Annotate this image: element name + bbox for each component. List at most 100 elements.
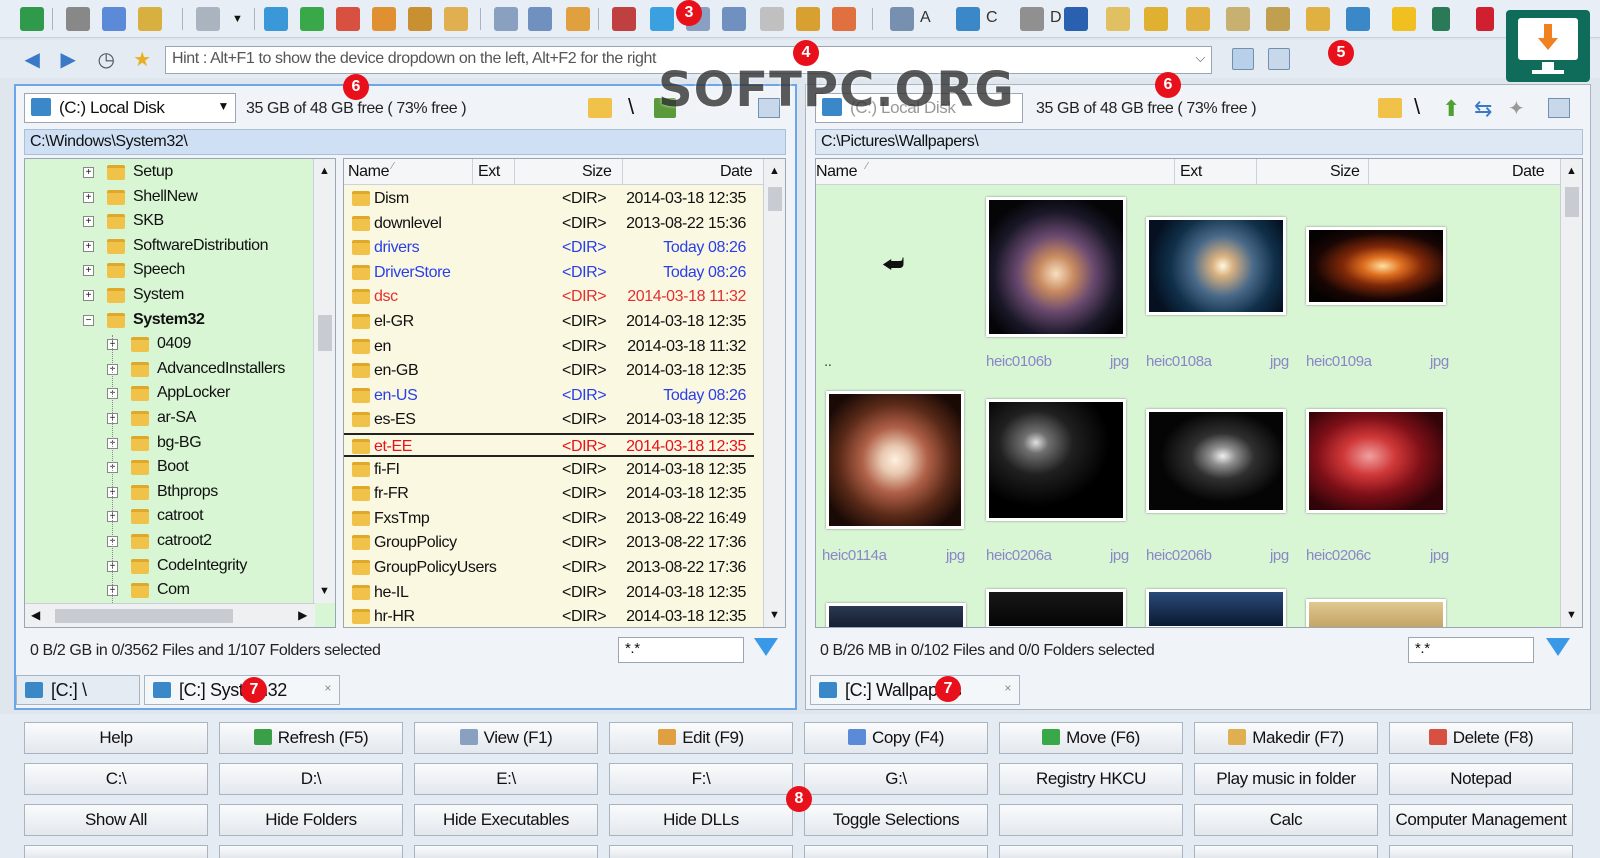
drive-a-icon[interactable] [890, 7, 914, 31]
left-folder-tree[interactable]: ▲ ▼ ◀ ▶ + Setup + ShellNew + SKB + SoftwareDist… [24, 158, 336, 628]
function-button[interactable]: View (F1) [414, 722, 598, 754]
function-button[interactable] [804, 845, 988, 858]
delete-file-icon[interactable] [336, 7, 360, 31]
refresh-icon[interactable] [20, 7, 44, 31]
tree-item[interactable]: + ar-SA [25, 407, 315, 431]
toolbar-drive-label[interactable]: A [920, 9, 931, 27]
swap-arrows-icon[interactable]: ⇆ [1474, 96, 1492, 122]
favorites-star-icon[interactable]: ★ [130, 48, 154, 72]
table-row[interactable]: he-IL <DIR> 2014-03-18 12:35 [344, 581, 754, 605]
new-file-icon[interactable] [264, 7, 288, 31]
expand-icon[interactable]: + [83, 216, 94, 228]
tree-item[interactable]: + SoftwareDistribution [25, 235, 315, 259]
table-row[interactable]: DriverStore <DIR> Today 08:26 [344, 261, 754, 285]
table-row[interactable]: es-ES <DIR> 2014-03-18 12:35 [344, 408, 754, 432]
function-button[interactable]: F:\ [609, 763, 793, 795]
function-button[interactable] [219, 845, 403, 858]
right-path-bar[interactable]: C:\Pictures\Wallpapers\ [815, 129, 1583, 155]
function-button[interactable]: C:\ [24, 763, 208, 795]
thumbnail-image[interactable] [1146, 589, 1286, 627]
function-button[interactable] [999, 804, 1183, 836]
table-row[interactable]: et-EE <DIR> 2014-03-18 12:35 [344, 433, 754, 457]
tree-hscroll-thumb[interactable] [55, 609, 233, 623]
move-file-icon[interactable] [300, 7, 324, 31]
star-icon[interactable] [1392, 7, 1416, 31]
right-filter-input[interactable]: *.* [1408, 637, 1534, 663]
function-button[interactable] [24, 845, 208, 858]
left-drive-selector[interactable]: (C:) Local Disk ▼ [24, 93, 236, 123]
scroll-up-icon[interactable]: ▲ [1566, 165, 1577, 177]
drive-c-icon[interactable] [956, 7, 980, 31]
scroll-right-icon[interactable]: ▶ [298, 608, 307, 622]
scroll-down-icon[interactable]: ▼ [319, 585, 330, 597]
column-date[interactable]: Date [1512, 163, 1545, 181]
function-button[interactable]: Edit (F9) [609, 722, 793, 754]
folder-3-icon[interactable] [1186, 7, 1210, 31]
table-row[interactable]: fi-FI <DIR> 2014-03-18 12:35 [344, 458, 754, 482]
list-vertical-scrollbar[interactable]: ▲ ▼ [763, 159, 785, 627]
function-button[interactable]: Hide DLLs [609, 804, 793, 836]
tree-item[interactable]: + bg-BG [25, 432, 315, 456]
expand-icon[interactable]: + [83, 191, 94, 203]
function-button[interactable]: G:\ [804, 763, 988, 795]
table-row[interactable]: en-GB <DIR> 2014-03-18 12:35 [344, 359, 754, 383]
function-button[interactable]: Toggle Selections [804, 804, 988, 836]
paste-icon[interactable] [138, 7, 162, 31]
function-button[interactable]: Help [24, 722, 208, 754]
tree-item[interactable]: + SKB [25, 210, 315, 234]
function-button[interactable]: Delete (F8) [1389, 722, 1573, 754]
thumbnail-image[interactable] [1306, 409, 1446, 513]
folder-tree-icon[interactable] [1378, 98, 1402, 118]
function-button[interactable]: Hide Folders [219, 804, 403, 836]
root-backslash-icon[interactable]: \ [1414, 94, 1420, 120]
scroll-left-icon[interactable]: ◀ [31, 608, 40, 622]
folder-5-icon[interactable] [1266, 7, 1290, 31]
chevron-down-icon[interactable]: ▼ [218, 99, 230, 113]
filter-funnel-icon[interactable] [754, 638, 778, 656]
function-button[interactable] [1194, 845, 1378, 858]
monitor-icon[interactable] [1064, 7, 1088, 31]
flag-icon[interactable] [1476, 7, 1494, 31]
drive-d-icon[interactable] [1020, 7, 1044, 31]
list-scroll-thumb[interactable] [768, 187, 782, 211]
brush-icon[interactable] [796, 7, 820, 31]
function-button[interactable]: D:\ [219, 763, 403, 795]
thumbnail-image[interactable] [826, 391, 964, 529]
table-row[interactable]: en <DIR> 2014-03-18 11:32 [344, 335, 754, 359]
back-arrow-icon[interactable]: ◀ [20, 48, 44, 72]
thumbnail-image[interactable] [1146, 217, 1286, 315]
scroll-down-icon[interactable]: ▼ [1566, 609, 1577, 621]
table-row[interactable]: el-GR <DIR> 2014-03-18 12:35 [344, 310, 754, 334]
function-button[interactable]: Makedir (F7) [1194, 722, 1378, 754]
function-button[interactable]: Registry HKCU [999, 763, 1183, 795]
chevron-down-icon[interactable]: ▼ [232, 13, 243, 25]
function-button[interactable]: Refresh (F5) [219, 722, 403, 754]
pin-icon[interactable]: ✦ [1508, 96, 1525, 121]
function-button[interactable]: Move (F6) [999, 722, 1183, 754]
table-row[interactable]: downlevel <DIR> 2013-08-22 15:36 [344, 212, 754, 236]
function-button[interactable] [999, 845, 1183, 858]
thumbnail-image[interactable] [986, 197, 1126, 337]
scroll-up-icon[interactable]: ▲ [319, 165, 330, 177]
cut-icon[interactable] [66, 7, 90, 31]
tree-item[interactable]: + catroot2 [25, 530, 315, 554]
view-mode-icon[interactable] [1548, 98, 1570, 118]
filter-funnel-icon[interactable] [1546, 638, 1570, 656]
function-button[interactable]: E:\ [414, 763, 598, 795]
toolbar-drive-label[interactable]: C [986, 9, 998, 27]
tree-item[interactable]: + CodeIntegrity [25, 555, 315, 579]
table-row[interactable]: GroupPolicyUsers <DIR> 2013-08-22 17:36 [344, 556, 754, 580]
tree-item[interactable]: + Bthprops [25, 481, 315, 505]
package-icon[interactable] [408, 7, 432, 31]
tools-icon[interactable] [1432, 7, 1450, 31]
table-row[interactable]: FxsTmp <DIR> 2013-08-22 16:49 [344, 507, 754, 531]
folder-1-icon[interactable] [1106, 7, 1130, 31]
gallery-scroll-thumb[interactable] [1565, 187, 1579, 217]
table-row[interactable]: GroupPolicy <DIR> 2013-08-22 17:36 [344, 531, 754, 555]
properties-icon[interactable] [650, 7, 674, 31]
tree-item[interactable]: + AdvancedInstallers [25, 358, 315, 382]
view-file-icon[interactable] [494, 7, 518, 31]
save-layout-icon[interactable] [1232, 48, 1254, 70]
edit-file-icon[interactable] [528, 7, 552, 31]
thumbnail-image[interactable] [1306, 599, 1446, 627]
